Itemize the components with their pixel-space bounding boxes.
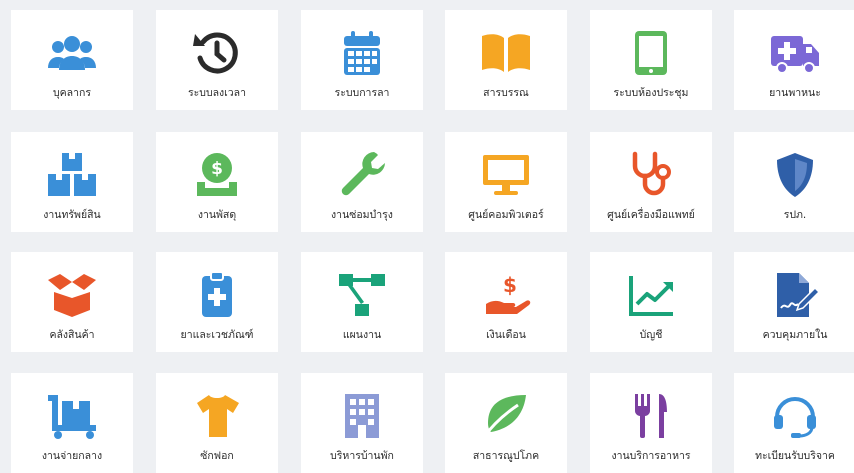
tile-label: บุคลากร xyxy=(52,87,92,99)
tile-label: งานจ่ายกลาง xyxy=(41,450,103,462)
headset-icon xyxy=(769,391,821,441)
utensils-icon xyxy=(625,391,677,441)
tile-label: สารบรรณ xyxy=(483,87,529,99)
tile-maintenance[interactable]: งานซ่อมบำรุง xyxy=(301,132,423,232)
tile-label: ยาและเวชภัณฑ์ xyxy=(180,329,254,341)
monitor-icon xyxy=(480,150,532,200)
tile-label: บัญชี xyxy=(639,329,663,341)
tile-label: สาธารณูปโภค xyxy=(472,450,540,462)
tile-label: ศูนย์คอมพิวเตอร์ xyxy=(468,209,544,221)
tile-laundry[interactable]: ซักฟอก xyxy=(156,373,278,473)
tile-security[interactable]: รปภ. xyxy=(734,132,854,232)
users-icon xyxy=(46,28,98,78)
tile-label: ศูนย์เครื่องมือแพทย์ xyxy=(607,209,695,221)
tile-label: งานทรัพย์สิน xyxy=(43,209,101,221)
tile-label: ซักฟอก xyxy=(200,450,234,462)
history-icon xyxy=(191,28,243,78)
tablet-icon xyxy=(625,28,677,78)
tile-correspondence[interactable]: สารบรรณ xyxy=(445,10,567,110)
tile-housing[interactable]: บริหารบ้านพัก xyxy=(301,373,423,473)
wrench-icon xyxy=(336,150,388,200)
tile-utilities[interactable]: สาธารณูปโภค xyxy=(445,373,567,473)
tile-label: งานพัสดุ xyxy=(197,209,237,221)
hand-dollar-icon: $ xyxy=(480,270,532,320)
tile-label: คลังสินค้า xyxy=(49,329,95,341)
stethoscope-icon xyxy=(625,150,677,200)
tile-computer-center[interactable]: ศูนย์คอมพิวเตอร์ xyxy=(445,132,567,232)
svg-text:$: $ xyxy=(211,159,223,179)
tile-label: บริหารบ้านพัก xyxy=(330,450,394,462)
tile-personnel[interactable]: บุคลากร xyxy=(11,10,133,110)
tile-salary[interactable]: $ เงินเดือน xyxy=(445,252,567,352)
module-grid: บุคลากร ระบบลงเวลา ระบบการลา สารบรรณ ระบ… xyxy=(0,0,854,473)
tile-vehicles[interactable]: ยานพาหนะ xyxy=(734,10,854,110)
building-icon xyxy=(336,391,388,441)
chart-line-icon xyxy=(625,270,677,320)
tile-label: งานบริการอาหาร xyxy=(611,450,691,462)
tile-supplies[interactable]: $ งานพัสดุ xyxy=(156,132,278,232)
signature-icon xyxy=(769,270,821,320)
tile-internal-control[interactable]: ควบคุมภายใน xyxy=(734,252,854,352)
flowchart-icon xyxy=(336,270,388,320)
dolly-icon xyxy=(46,391,98,441)
coin-tray-icon: $ xyxy=(191,150,243,200)
tile-warehouse[interactable]: คลังสินค้า xyxy=(11,252,133,352)
calendar-icon xyxy=(336,28,388,78)
open-book-icon xyxy=(480,28,532,78)
tshirt-icon xyxy=(191,391,243,441)
tile-planning[interactable]: แผนงาน xyxy=(301,252,423,352)
tile-leave-system[interactable]: ระบบการลา xyxy=(301,10,423,110)
tile-assets[interactable]: งานทรัพย์สิน xyxy=(11,132,133,232)
tile-central-supply[interactable]: งานจ่ายกลาง xyxy=(11,373,133,473)
tile-label: ทะเบียนรับบริจาค xyxy=(755,450,835,462)
leaf-icon xyxy=(480,391,532,441)
tile-label: ระบบการลา xyxy=(334,87,390,99)
tile-label: รปภ. xyxy=(783,209,807,221)
tile-pharmacy[interactable]: ยาและเวชภัณฑ์ xyxy=(156,252,278,352)
tile-label: ยานพาหนะ xyxy=(769,87,821,99)
tile-food-service[interactable]: งานบริการอาหาร xyxy=(590,373,712,473)
svg-text:$: $ xyxy=(503,273,517,297)
tile-meeting-room[interactable]: ระบบห้องประชุม xyxy=(590,10,712,110)
ambulance-icon xyxy=(769,28,821,78)
tile-label: แผนงาน xyxy=(342,329,382,341)
open-box-icon xyxy=(46,270,98,320)
medical-clipboard-icon xyxy=(191,270,243,320)
tile-label: งานซ่อมบำรุง xyxy=(331,209,393,221)
tile-label: ระบบลงเวลา xyxy=(188,87,246,99)
shield-icon xyxy=(769,150,821,200)
tile-accounting[interactable]: บัญชี xyxy=(590,252,712,352)
tile-time-attendance[interactable]: ระบบลงเวลา xyxy=(156,10,278,110)
tile-label: ระบบห้องประชุม xyxy=(613,87,689,99)
boxes-icon xyxy=(46,150,98,200)
tile-label: ควบคุมภายใน xyxy=(762,329,828,341)
tile-medical-equipment[interactable]: ศูนย์เครื่องมือแพทย์ xyxy=(590,132,712,232)
tile-label: เงินเดือน xyxy=(486,329,526,341)
tile-donation-registry[interactable]: ทะเบียนรับบริจาค xyxy=(734,373,854,473)
